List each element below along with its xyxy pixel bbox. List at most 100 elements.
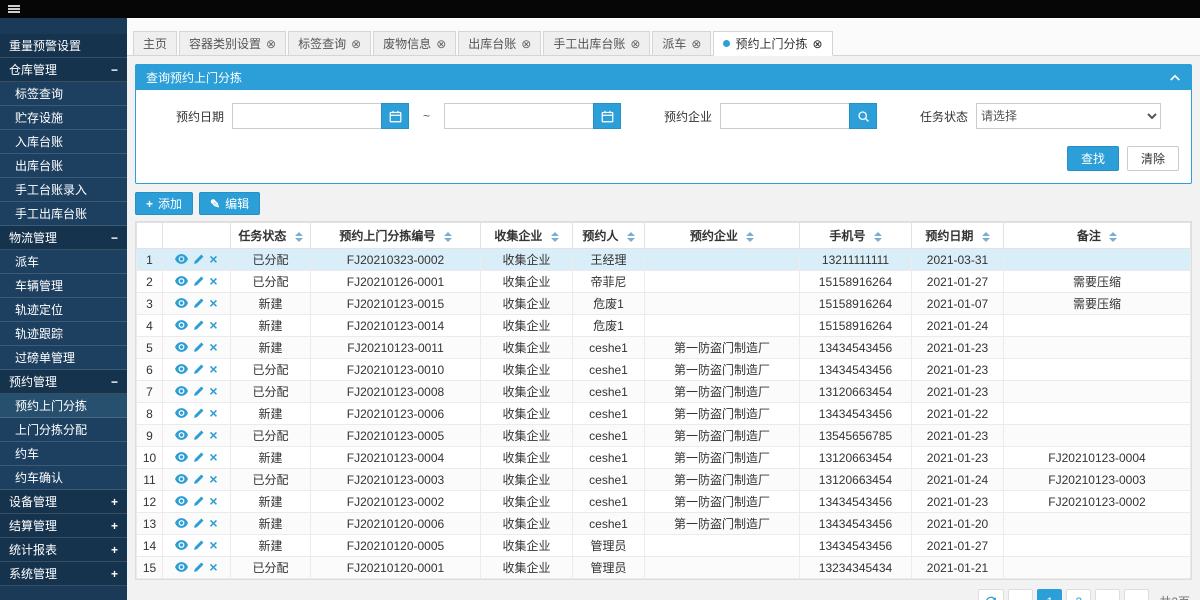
sidebar-item[interactable]: 手工台账录入 xyxy=(0,178,127,202)
tab[interactable]: 手工出库台账 ⊗ xyxy=(543,31,650,56)
sidebar-item[interactable]: 出库台账 xyxy=(0,154,127,178)
view-eye-icon[interactable] xyxy=(175,452,188,462)
column-header[interactable]: 备注 xyxy=(1004,223,1191,249)
edit-pencil-icon[interactable] xyxy=(193,408,204,419)
sort-icon[interactable] xyxy=(874,232,882,242)
refresh-button[interactable] xyxy=(978,589,1004,600)
table-row[interactable]: 11 × xyxy=(137,469,1191,491)
tab-close-icon[interactable]: ⊗ xyxy=(266,38,276,50)
sidebar-item[interactable]: 物流管理 − xyxy=(0,226,127,250)
delete-x-icon[interactable]: × xyxy=(209,472,217,486)
sidebar-item[interactable]: 标签查询 xyxy=(0,82,127,106)
edit-pencil-icon[interactable] xyxy=(193,496,204,507)
table-row[interactable]: 9 × xyxy=(137,425,1191,447)
table-row[interactable]: 13 × xyxy=(137,513,1191,535)
table-row[interactable]: 14 × xyxy=(137,535,1191,557)
sidebar-item[interactable]: 重量预警设置 xyxy=(0,34,127,58)
sort-icon[interactable] xyxy=(982,232,990,242)
column-header[interactable]: 预约人 xyxy=(573,223,645,249)
tab[interactable]: 主页 ⊗ xyxy=(133,31,177,56)
view-eye-icon[interactable] xyxy=(175,320,188,330)
sidebar-item[interactable]: 贮存设施 xyxy=(0,106,127,130)
calendar-icon-button[interactable] xyxy=(381,103,409,129)
delete-x-icon[interactable]: × xyxy=(209,252,217,266)
sidebar-item[interactable]: 约车 xyxy=(0,442,127,466)
column-header[interactable]: 预约日期 xyxy=(912,223,1004,249)
edit-pencil-icon[interactable] xyxy=(193,364,204,375)
tab-close-icon[interactable]: ⊗ xyxy=(630,38,640,50)
sort-icon[interactable] xyxy=(627,232,635,242)
edit-pencil-icon[interactable] xyxy=(193,276,204,287)
delete-x-icon[interactable]: × xyxy=(209,406,217,420)
edit-pencil-icon[interactable] xyxy=(193,298,204,309)
column-header[interactable]: 预约上门分拣编号 xyxy=(311,223,481,249)
sidebar-item[interactable]: 车辆管理 xyxy=(0,274,127,298)
edit-pencil-icon[interactable] xyxy=(193,474,204,485)
edit-pencil-icon[interactable] xyxy=(193,254,204,265)
date-to-input[interactable] xyxy=(444,103,594,129)
page-button[interactable]: › xyxy=(1095,589,1120,600)
delete-x-icon[interactable]: × xyxy=(209,340,217,354)
edit-pencil-icon[interactable] xyxy=(193,430,204,441)
edit-pencil-icon[interactable] xyxy=(193,562,204,573)
delete-x-icon[interactable]: × xyxy=(209,428,217,442)
search-icon-button[interactable] xyxy=(849,103,877,129)
column-header[interactable]: 预约企业 xyxy=(645,223,800,249)
view-eye-icon[interactable] xyxy=(175,386,188,396)
edit-button[interactable]: ✎ 编辑 xyxy=(199,192,260,215)
table-row[interactable]: 12 × xyxy=(137,491,1191,513)
view-eye-icon[interactable] xyxy=(175,298,188,308)
view-eye-icon[interactable] xyxy=(175,562,188,572)
sidebar-item[interactable]: 预约上门分拣 xyxy=(0,394,127,418)
collapse-toggle-icon[interactable]: + xyxy=(111,567,118,581)
tab[interactable]: 出库台账 ⊗ xyxy=(458,31,541,56)
sidebar-item[interactable]: 统计报表 + xyxy=(0,538,127,562)
chevron-up-icon[interactable] xyxy=(1169,73,1181,82)
delete-x-icon[interactable]: × xyxy=(209,274,217,288)
edit-pencil-icon[interactable] xyxy=(193,452,204,463)
collapse-toggle-icon[interactable]: − xyxy=(111,375,118,389)
delete-x-icon[interactable]: × xyxy=(209,450,217,464)
delete-x-icon[interactable]: × xyxy=(209,494,217,508)
sidebar-item[interactable]: 结算管理 + xyxy=(0,514,127,538)
edit-pencil-icon[interactable] xyxy=(193,518,204,529)
page-button[interactable]: » xyxy=(1124,589,1149,600)
view-eye-icon[interactable] xyxy=(175,496,188,506)
table-row[interactable]: 7 × xyxy=(137,381,1191,403)
sidebar-item[interactable]: 上门分拣分配 xyxy=(0,418,127,442)
view-eye-icon[interactable] xyxy=(175,364,188,374)
delete-x-icon[interactable]: × xyxy=(209,296,217,310)
clear-button[interactable]: 清除 xyxy=(1127,146,1179,171)
page-button[interactable]: 2 xyxy=(1066,589,1091,600)
tab[interactable]: 标签查询 ⊗ xyxy=(288,31,371,56)
add-button[interactable]: + 添加 xyxy=(135,192,193,215)
collapse-toggle-icon[interactable]: + xyxy=(111,519,118,533)
tab-close-icon[interactable]: ⊗ xyxy=(521,38,531,50)
view-eye-icon[interactable] xyxy=(175,342,188,352)
sort-icon[interactable] xyxy=(295,232,303,242)
sidebar-item[interactable]: 过磅单管理 xyxy=(0,346,127,370)
collapse-toggle-icon[interactable]: − xyxy=(111,63,118,77)
table-row[interactable]: 5 × xyxy=(137,337,1191,359)
table-row[interactable]: 8 × xyxy=(137,403,1191,425)
menu-icon[interactable] xyxy=(8,5,20,13)
collapse-toggle-icon[interactable]: + xyxy=(111,543,118,557)
tab[interactable]: 废物信息 ⊗ xyxy=(373,31,456,56)
edit-pencil-icon[interactable] xyxy=(193,342,204,353)
tab[interactable]: 预约上门分拣 ⊗ xyxy=(713,31,832,56)
sidebar-item[interactable]: 设备管理 + xyxy=(0,490,127,514)
sidebar-item[interactable]: 预约管理 − xyxy=(0,370,127,394)
find-button[interactable]: 查找 xyxy=(1067,146,1119,171)
table-row[interactable]: 10 × xyxy=(137,447,1191,469)
page-button[interactable]: 1 xyxy=(1037,589,1062,600)
view-eye-icon[interactable] xyxy=(175,540,188,550)
sort-icon[interactable] xyxy=(551,232,559,242)
tab-close-icon[interactable]: ⊗ xyxy=(351,38,361,50)
sort-icon[interactable] xyxy=(1109,232,1117,242)
table-row[interactable]: 15 × xyxy=(137,557,1191,579)
table-row[interactable]: 6 × xyxy=(137,359,1191,381)
column-header[interactable]: 任务状态 xyxy=(231,223,311,249)
view-eye-icon[interactable] xyxy=(175,408,188,418)
sidebar-item[interactable]: 轨迹跟踪 xyxy=(0,322,127,346)
tab-close-icon[interactable]: ⊗ xyxy=(813,38,823,50)
